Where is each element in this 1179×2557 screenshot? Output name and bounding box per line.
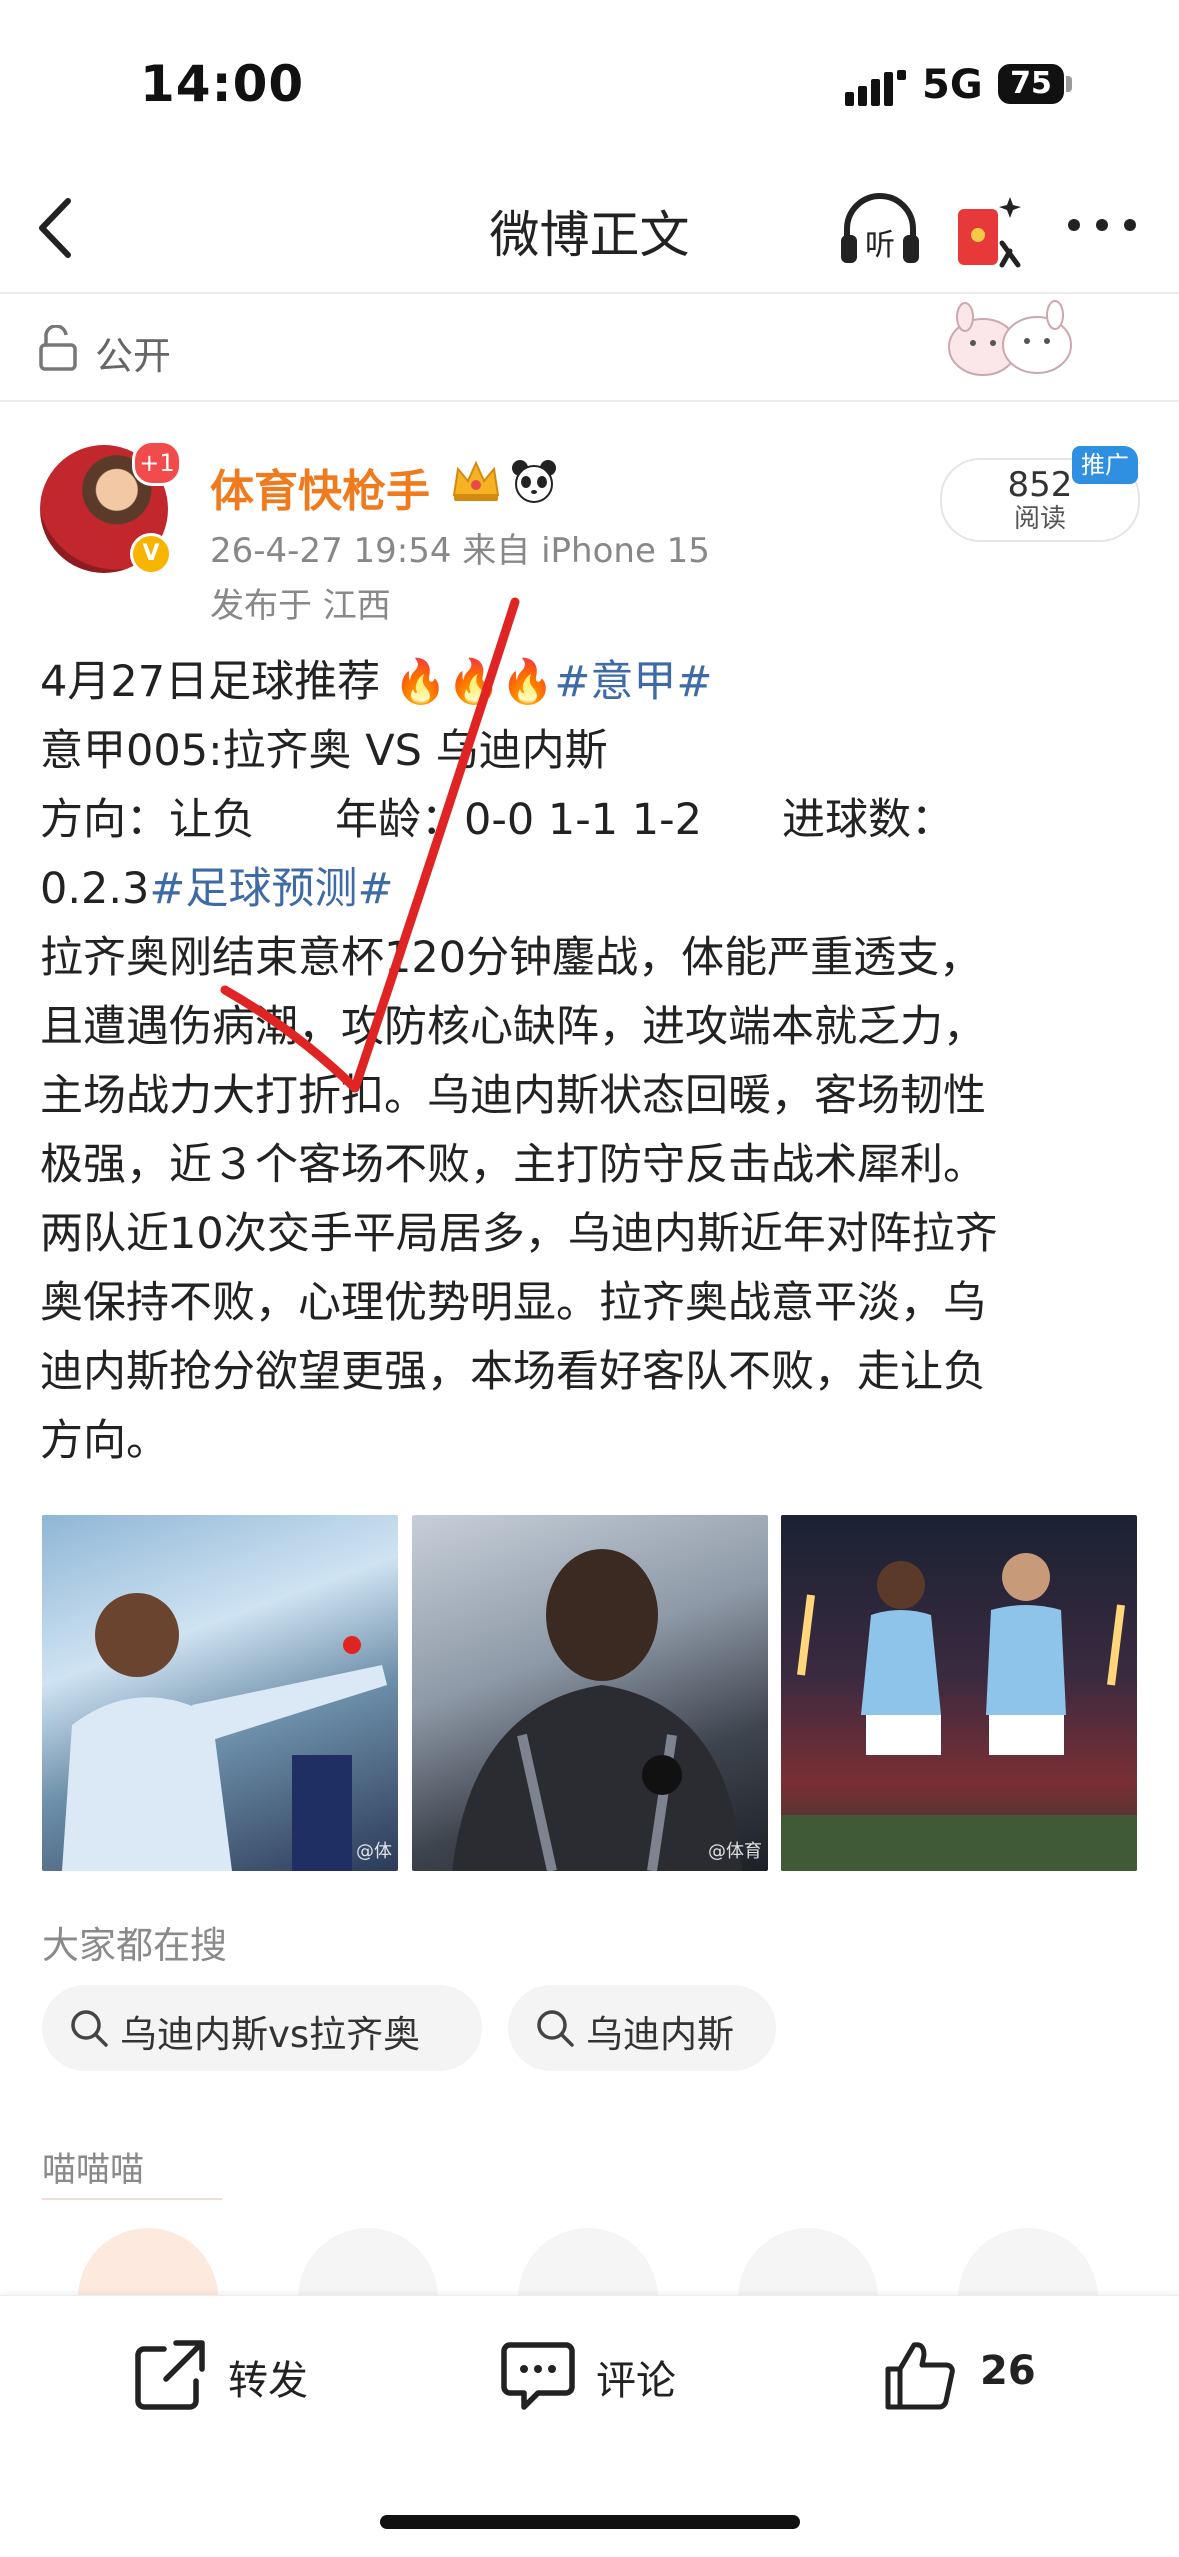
network-type: 5G	[922, 62, 983, 108]
nav-divider	[0, 292, 1179, 294]
post-line: 方向：让负 年龄：0-0 1-1 1-2 进球数：	[40, 786, 1150, 855]
photo-watermark: @体育	[708, 1841, 762, 1862]
listen-headphones-icon[interactable]: 听	[835, 185, 925, 271]
bunny-sticker	[948, 300, 1072, 376]
avatar-badge: +1	[132, 440, 182, 486]
signal-icon	[845, 70, 906, 106]
comment-button[interactable]: 评论	[596, 2348, 676, 2406]
post-line: 迪内斯抢分欲望更强，本场看好客队不败，走让负	[40, 1347, 986, 1397]
like-thumb-icon[interactable]	[880, 2335, 960, 2415]
photo-watermark: @体	[356, 1841, 392, 1862]
post-line: 主场战力大打折扣。乌迪内斯状态回暖，客场韧性	[40, 1071, 986, 1121]
repost-button[interactable]: 转发	[228, 2348, 308, 2406]
post-line: 且遭遇伤病潮，攻防核心缺阵，进攻端本就乏力，	[40, 1002, 986, 1052]
post-text: 进球数：	[782, 795, 955, 845]
search-chip[interactable]: 乌迪内斯vs拉齐奥	[42, 1985, 482, 2071]
post-line: 两队近10次交手平局居多，乌迪内斯近年对阵拉齐	[40, 1209, 998, 1259]
post-location: 发布于 江西	[210, 586, 391, 626]
post-line: 方向。	[40, 1416, 169, 1466]
battery-indicator: 75	[998, 64, 1064, 104]
lock-open-icon	[39, 325, 77, 371]
post-line: 奥保持不败，心理优势明显。拉齐奥战意平淡，乌	[40, 1278, 986, 1328]
search-chip-label: 乌迪内斯vs拉齐奥	[120, 2013, 421, 2056]
battery-tip	[1066, 76, 1072, 92]
post-body: 4月27日足球推荐 🔥🔥🔥#意甲# 意甲005:拉齐奥 VS 乌迪内斯 方向：让…	[40, 648, 1150, 1476]
home-indicator	[380, 2515, 800, 2529]
read-label: 阅读	[1013, 504, 1066, 534]
section-divider	[0, 400, 1179, 402]
post-line: 拉齐奥刚结束意杯120分钟鏖战，体能严重透支，	[40, 933, 983, 983]
post-line: 0.2.3#足球预测#	[40, 855, 1150, 924]
visibility-label: 公开	[95, 334, 172, 378]
like-count[interactable]: 26	[980, 2348, 1036, 2394]
search-icon	[537, 2010, 574, 2047]
topic-link[interactable]: #意甲#	[554, 657, 712, 707]
search-chip-label: 乌迪内斯	[586, 2013, 734, 2056]
comment-icon[interactable]	[498, 2335, 578, 2415]
players-illustration	[781, 1553, 1137, 1871]
more-dots-icon[interactable]	[1062, 190, 1142, 260]
post-line: 4月27日足球推荐 🔥🔥🔥#意甲#	[40, 648, 1150, 717]
repost-icon[interactable]	[130, 2335, 210, 2415]
topic-link[interactable]: #足球预测#	[149, 864, 393, 914]
status-time: 14:00	[140, 55, 305, 113]
player-illustration	[452, 1549, 742, 1871]
post-line: 极强，近３个客场不败，主打防守反击战术犀利。	[40, 1140, 986, 1190]
post-meta: 26-4-27 19:54 来自 iPhone 15	[210, 531, 710, 571]
post-photo[interactable]	[781, 1515, 1137, 1871]
fire-emoji-icon: 🔥🔥🔥	[393, 657, 555, 707]
svg-text:听: 听	[865, 228, 895, 263]
post-text: 4月27日足球推荐	[40, 657, 381, 707]
group-title: 喵喵喵	[42, 2150, 144, 2190]
player-illustration	[62, 1593, 387, 1871]
search-icon	[71, 2010, 108, 2047]
post-text: 方向：让负	[40, 795, 255, 845]
post-line: 意甲005:拉齐奥 VS 乌迪内斯	[40, 726, 608, 776]
verified-badge-icon: V	[130, 533, 172, 575]
crown-vip-icon	[452, 460, 500, 501]
search-chip[interactable]: 乌迪内斯	[508, 1985, 776, 2071]
post-photo[interactable]: @体	[42, 1515, 398, 1871]
post-text: 年龄：0-0 1-1 1-2	[335, 795, 703, 845]
search-heading: 大家都在搜	[42, 1924, 227, 1967]
red-envelope-icon[interactable]	[950, 185, 1028, 275]
post-text: 0.2.3	[40, 864, 150, 914]
author-name[interactable]: 体育快枪手	[210, 455, 430, 519]
group-underline	[42, 2198, 222, 2200]
chevron-left-icon[interactable]	[32, 195, 80, 261]
post-photo[interactable]: @体育	[412, 1515, 768, 1871]
promo-tag: 推广	[1072, 446, 1138, 484]
panda-icon	[512, 460, 556, 503]
